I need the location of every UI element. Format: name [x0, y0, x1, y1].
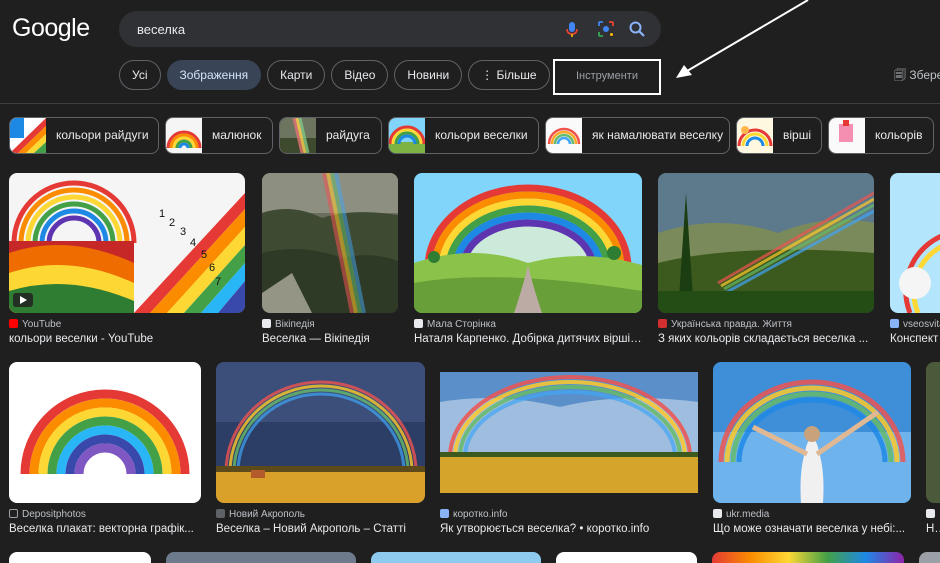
search-input[interactable] [137, 11, 557, 47]
youtube-icon [9, 319, 18, 328]
number-labels: 1 2 3 4 5 6 7 [159, 203, 239, 303]
chip-thumbnail [10, 118, 46, 153]
result-image[interactable] [414, 173, 642, 313]
result-image[interactable] [556, 552, 697, 563]
chip-thumbnail [829, 118, 865, 153]
microphone-icon[interactable] [562, 19, 582, 39]
chip-label: кольори райдуги [56, 128, 149, 142]
tab-maps[interactable]: Карти [267, 60, 326, 90]
chip-thumbnail [166, 118, 202, 153]
number-label: 1 [159, 208, 166, 220]
chip-label: малюнок [212, 128, 262, 142]
chip-thumbnail [389, 118, 425, 153]
result-title[interactable]: Веселка – Новий Акрополь – Статті [216, 523, 425, 535]
result-source: vseosvita [890, 319, 940, 330]
result-image[interactable] [713, 362, 911, 503]
tab-all[interactable]: Усі [119, 60, 161, 90]
chip-rainbow-colors[interactable]: кольори райдуги [9, 117, 159, 154]
number-label: 7 [215, 276, 222, 288]
bookmark-icon: 🗐 [894, 68, 910, 82]
result-source: YouTube [9, 319, 245, 330]
saved-label: Збере [909, 68, 940, 82]
chip-rainbow[interactable]: райдуга [279, 117, 382, 154]
tab-more[interactable]: ⋮ Більше [468, 60, 550, 90]
result-image[interactable] [890, 173, 940, 313]
tab-videos[interactable]: Відео [331, 60, 389, 90]
annotation-arrow [676, 0, 809, 78]
result-source [926, 509, 940, 520]
result-source: ukr.media [713, 509, 911, 520]
search-box[interactable] [119, 11, 661, 47]
number-label: 5 [201, 249, 208, 261]
result-title[interactable]: На [926, 523, 940, 535]
number-label: 6 [209, 262, 216, 274]
site-favicon [890, 319, 899, 328]
result-image[interactable] [166, 552, 356, 563]
result-source: Українська правда. Життя [658, 319, 874, 330]
result-image[interactable] [262, 173, 398, 313]
lens-icon[interactable] [596, 19, 616, 39]
result-image[interactable] [440, 362, 698, 503]
result-image[interactable] [9, 362, 201, 503]
number-label: 2 [169, 217, 176, 229]
chip-thumbnail [280, 118, 316, 153]
chip-label: кольорів [875, 128, 923, 142]
tab-images[interactable]: Зображення [166, 60, 262, 90]
result-title[interactable]: Веселка — Вікіпедія [262, 333, 398, 345]
chip-label: райдуга [326, 128, 370, 142]
result-image[interactable] [926, 362, 940, 503]
result-title[interactable]: З яких кольорів складається веселка ... [658, 333, 874, 345]
site-favicon [9, 509, 18, 518]
result-image[interactable] [658, 173, 874, 313]
result-title[interactable]: Наталя Карпенко. Добірка дитячих віршів.… [414, 333, 642, 345]
result-source: Вікіпедія [262, 319, 398, 330]
result-image[interactable] [371, 552, 541, 563]
search-tabs: Усі Зображення Карти Відео Новини ⋮ Біль… [119, 60, 550, 90]
site-favicon [414, 319, 423, 328]
result-image[interactable] [919, 552, 940, 563]
saved-button[interactable]: 🗐 Збере [894, 66, 940, 87]
result-source: Мала Сторінка [414, 319, 642, 330]
site-favicon [440, 509, 449, 518]
site-favicon [216, 509, 225, 518]
result-image[interactable] [712, 552, 904, 563]
google-logo[interactable]: Google [12, 14, 90, 43]
tab-news[interactable]: Новини [394, 60, 463, 90]
result-title[interactable]: Що може означати веселка у небі:... [713, 523, 911, 535]
result-title[interactable]: Як утворюється веселка? • коротко.info [440, 523, 698, 535]
chip-colors[interactable]: кольорів [828, 117, 934, 154]
result-title[interactable]: Веселка плакат: векторна графік... [9, 523, 201, 535]
site-favicon [926, 509, 935, 518]
result-source: Depositphotos [9, 509, 201, 520]
result-source: Новий Акрополь [216, 509, 425, 520]
number-label: 3 [180, 226, 187, 238]
chip-how-to-draw[interactable]: як намалювати веселку [545, 117, 730, 154]
chip-thumbnail [737, 118, 773, 153]
chip-drawing[interactable]: малюнок [165, 117, 273, 154]
site-favicon [658, 319, 667, 328]
chip-label: вірші [783, 128, 812, 142]
result-source: коротко.info [440, 509, 698, 520]
result-image[interactable] [9, 552, 151, 563]
chip-rainbow-colors-2[interactable]: кольори веселки [388, 117, 539, 154]
site-favicon [713, 509, 722, 518]
header-divider [0, 103, 940, 104]
chip-label: як намалювати веселку [592, 128, 724, 142]
result-title[interactable]: кольори веселки - YouTube [9, 333, 245, 345]
chip-label: кольори веселки [435, 128, 528, 142]
chip-thumbnail [546, 118, 582, 153]
tools-button[interactable]: Інструменти [553, 59, 661, 95]
result-title[interactable]: Конспект [890, 333, 940, 345]
chip-poems[interactable]: вірші [736, 117, 822, 154]
number-label: 4 [190, 237, 197, 249]
result-image[interactable] [216, 362, 425, 503]
search-icon[interactable] [627, 19, 647, 39]
wikipedia-icon [262, 319, 271, 328]
